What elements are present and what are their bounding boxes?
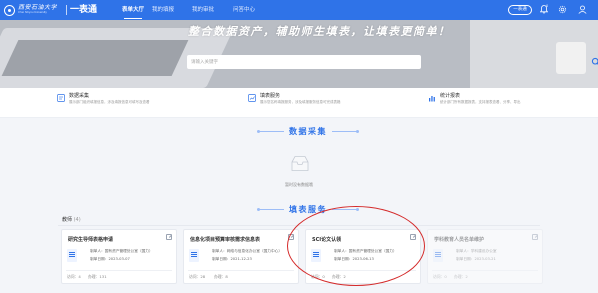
yibiaotong-switch-button[interactable]: 一表通 <box>508 5 532 15</box>
external-link-icon[interactable] <box>166 234 172 240</box>
feature-title: 数据采集 <box>69 93 90 99</box>
data-collect-icon <box>57 94 65 102</box>
section-line-left <box>257 129 284 133</box>
empty-state-text: 暂时没有数据哦 <box>285 182 313 187</box>
section-line-right <box>332 129 359 133</box>
card-maker: 制单人：网络与信息化办公室（国力中心） <box>212 249 283 253</box>
form-document-icon <box>189 249 199 262</box>
card-divider <box>188 270 294 271</box>
card-title: 学科教育人员名单维护 <box>434 237 485 243</box>
form-document-icon <box>67 249 77 262</box>
card-maker: 制单人：学科建设办公室 <box>456 249 497 253</box>
group-divider <box>58 225 540 226</box>
logo-english-name: Xi'an Shiyou University <box>18 11 47 15</box>
section-line-left <box>257 207 284 211</box>
service-card[interactable]: 研究生导师表格申请 制单人：国有资产管理处公室（国力） 制单日期：2023-03… <box>61 229 177 284</box>
card-date: 制单日期：2023-03-07 <box>90 257 130 261</box>
feature-title: 填表服务 <box>260 93 281 99</box>
group-label-teacher[interactable]: 教师 (4) <box>62 216 81 223</box>
card-done: 办理：8 <box>214 274 228 279</box>
card-date: 制单日期：2023-06-13 <box>334 257 374 261</box>
feature-desc: 展示部门组织填报信息，涉及填报信息可填写及查看 <box>69 100 150 104</box>
nav-qa-center[interactable]: 问答中心 <box>233 0 255 20</box>
card-divider <box>66 270 172 271</box>
search-input[interactable] <box>189 55 399 69</box>
card-done: 办理：2 <box>332 274 346 279</box>
card-title: 信息化项目预算审核需求信息表 <box>190 237 261 243</box>
group-name: 教师 <box>62 217 73 223</box>
card-date: 制单日期：2021-12-23 <box>212 257 252 261</box>
card-date: 制单日期：2023-03-21 <box>456 257 496 261</box>
service-card[interactable]: 信息化项目预算审核需求信息表 制单人：网络与信息化办公室（国力中心） 制单日期：… <box>183 229 299 284</box>
banner-cup-image <box>556 42 586 74</box>
card-maker: 制单人：国有资产管理处公室（国力） <box>90 249 153 253</box>
card-done: 办理：2 <box>454 274 468 279</box>
card-title: SCI论文认领 <box>312 237 342 243</box>
user-icon[interactable] <box>577 5 587 15</box>
nav-my-approvals[interactable]: 我的审批 <box>192 0 214 20</box>
search-bar <box>187 55 598 69</box>
notification-count: 0 <box>546 4 549 8</box>
section-heading: 填表服务 <box>289 204 327 214</box>
card-divider <box>432 270 538 271</box>
external-link-icon[interactable] <box>532 234 538 240</box>
feature-title: 统计报表 <box>440 93 461 99</box>
card-visits: 访问：0 <box>311 274 325 279</box>
fill-service-icon <box>248 94 256 102</box>
feature-desc: 统计部门所有数据报表，支持报表查看、分享、导出 <box>440 100 521 104</box>
nav-my-submissions[interactable]: 我的填报 <box>152 0 174 20</box>
university-logo[interactable]: 西安石油大学 Xi'an Shiyou University <box>4 3 57 17</box>
feature-strip: 数据采集 展示部门组织填报信息，涉及填报信息可填写及查看 填表服务 展示您名称填… <box>0 88 598 118</box>
card-visits: 访问：28 <box>189 274 206 279</box>
section-heading: 数据采集 <box>289 126 327 136</box>
empty-inbox-icon <box>291 156 309 171</box>
service-card[interactable]: 学科教育人员名单维护 制单人：学科建设办公室 制单日期：2023-03-21 访… <box>427 229 543 284</box>
seal-icon <box>4 4 15 16</box>
statistics-icon <box>429 96 435 102</box>
section-title-data-collect: 数据采集 <box>257 126 359 136</box>
search-icon[interactable] <box>591 57 598 67</box>
form-document-icon <box>311 249 321 262</box>
app-name: 一表通 <box>70 5 98 15</box>
nav-form-hall[interactable]: 表单大厅 <box>122 0 144 20</box>
logo-divider <box>66 5 67 15</box>
card-maker: 制单人：国有资产管理处公室（国力） <box>334 249 397 253</box>
form-document-icon <box>433 249 443 262</box>
section-title-fill-service: 填表服务 <box>257 204 359 214</box>
section-line-right <box>332 207 359 211</box>
hero-banner: 整合数据资产，辅助师生填表，让填表更简单！ <box>0 20 598 88</box>
external-link-icon[interactable] <box>410 234 416 240</box>
card-visits: 访问：4 <box>67 274 81 279</box>
external-link-icon[interactable] <box>288 234 294 240</box>
group-count: (4) <box>73 217 81 223</box>
settings-icon[interactable] <box>557 5 567 15</box>
card-divider <box>310 270 416 271</box>
banner-keyboard-image <box>1 40 189 76</box>
service-card[interactable]: SCI论文认领 制单人：国有资产管理处公室（国力） 制单日期：2023-06-1… <box>305 229 421 284</box>
card-done: 办理：131 <box>88 274 107 279</box>
banner-slogan: 整合数据资产，辅助师生填表，让填表更简单！ <box>188 25 451 38</box>
feature-desc: 展示您名称填报服务，涉及填报服务信息可完成表格 <box>260 100 341 104</box>
card-title: 研究生导师表格申请 <box>68 237 114 243</box>
top-nav-bar: 西安石油大学 Xi'an Shiyou University 一表通 表单大厅 … <box>0 0 598 20</box>
card-visits: 访问：0 <box>433 274 447 279</box>
